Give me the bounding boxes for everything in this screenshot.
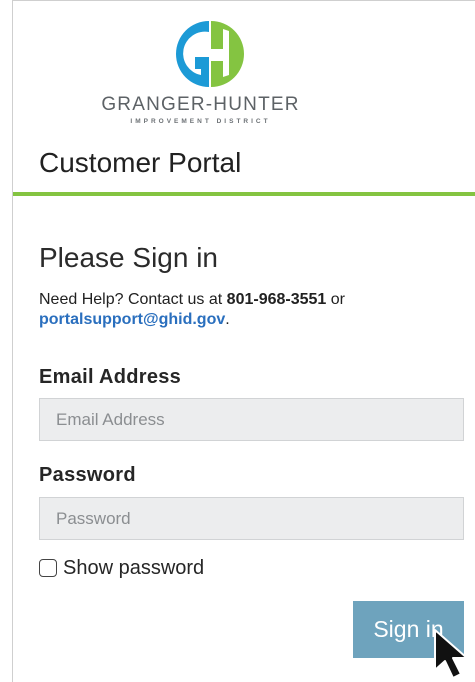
- email-label: Email Address: [39, 366, 182, 388]
- help-prefix: Need Help? Contact us at: [39, 291, 227, 308]
- brand-name: GRANGER-HUNTER: [101, 94, 300, 115]
- portal-frame: GRANGER-HUNTER IMPROVEMENT DISTRICT Cust…: [12, 0, 475, 682]
- email-field[interactable]: [39, 398, 464, 441]
- password-label: Password: [39, 464, 136, 486]
- gh-logo-icon: [176, 21, 244, 87]
- help-text: Need Help? Contact us at 801-968-3551 or…: [39, 290, 459, 330]
- help-middle: or: [326, 291, 345, 308]
- show-password-toggle[interactable]: Show password: [39, 557, 204, 579]
- show-password-label: Show password: [63, 556, 205, 579]
- page-title: Customer Portal: [39, 147, 242, 178]
- checkbox-icon[interactable]: [39, 559, 57, 577]
- brand-subtitle: IMPROVEMENT DISTRICT: [130, 118, 271, 125]
- mouse-pointer-icon: [434, 629, 468, 679]
- header-divider: [13, 192, 475, 196]
- password-field[interactable]: [39, 497, 464, 540]
- help-phone: 801-968-3551: [226, 291, 327, 308]
- help-suffix: .: [225, 311, 230, 328]
- brand-logo: GRANGER-HUNTER IMPROVEMENT DISTRICT: [93, 17, 308, 129]
- support-email-link[interactable]: portalsupport@ghid.gov: [39, 311, 225, 328]
- signin-heading: Please Sign in: [39, 242, 219, 273]
